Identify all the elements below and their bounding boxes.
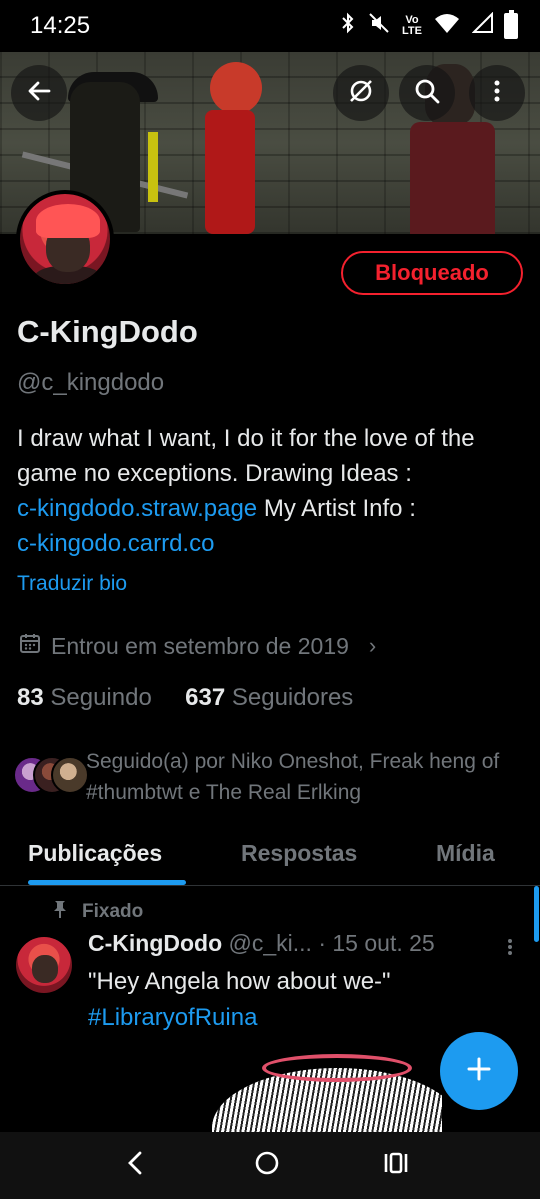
followers-label: Seguidores <box>231 684 354 711</box>
pinned-label-row: Fixado <box>52 899 143 925</box>
tweet-hashtag[interactable]: #LibraryofRuina <box>88 1004 257 1031</box>
chevron-right-icon: › <box>368 633 377 658</box>
joined-date-row[interactable]: Entrou em setembro de 2019 › <box>19 632 376 660</box>
tab-posts[interactable]: Publicações <box>28 840 162 867</box>
tweet-date[interactable]: · 15 out. 25 <box>318 930 434 956</box>
back-button[interactable] <box>11 65 67 121</box>
signal-icon <box>471 11 494 40</box>
tweet-author-handle[interactable]: @c_ki... <box>229 930 312 956</box>
tab-media[interactable]: Mídia <box>436 840 495 867</box>
tweet-body[interactable]: "Hey Angela how about we-" #LibraryofRui… <box>88 964 391 1036</box>
following-link[interactable]: 83 Seguindo <box>17 684 152 711</box>
blocked-button[interactable]: Bloqueado <box>341 251 523 295</box>
bio-text: My Artist Info : <box>263 495 416 522</box>
tweet-avatar[interactable] <box>16 937 72 993</box>
followers-count: 637 <box>185 684 226 711</box>
tab-replies[interactable]: Respostas <box>241 840 357 867</box>
wifi-icon <box>434 12 460 40</box>
bluetooth-icon <box>340 12 356 40</box>
following-label: Seguindo <box>50 684 152 711</box>
follow-stats: 83 Seguindo 637 Seguidores <box>17 684 353 712</box>
profile-name: C-KingDodo <box>17 314 198 349</box>
system-navigation-bar <box>0 1132 540 1199</box>
scrollbar[interactable] <box>534 886 539 942</box>
profile-handle: @c_kingdodo <box>17 369 165 396</box>
compose-button[interactable] <box>440 1032 518 1110</box>
joined-date-text: Entrou em setembro de 2019 <box>51 632 349 659</box>
nav-back-button[interactable] <box>120 1150 150 1180</box>
sync-off-button[interactable] <box>333 65 389 121</box>
followed-by-text[interactable]: Seguido(a) por Niko Oneshot, Freak heng … <box>86 746 516 808</box>
status-icons: Vo LTE <box>340 11 494 40</box>
following-count: 83 <box>17 684 44 711</box>
calendar-icon <box>19 632 41 660</box>
image-art <box>262 1054 412 1082</box>
banner-art <box>210 62 262 114</box>
active-tab-indicator <box>28 880 186 885</box>
more-vertical-icon <box>506 938 514 963</box>
chevron-left-icon <box>125 1150 145 1181</box>
more-vertical-icon <box>483 77 511 110</box>
banner-art <box>148 132 158 202</box>
banner-art <box>410 122 495 234</box>
tweet-text: "Hey Angela how about we-" <box>88 968 391 995</box>
search-button[interactable] <box>399 65 455 121</box>
status-time: 14:25 <box>30 12 91 39</box>
no-sync-icon <box>347 77 375 110</box>
mutual-followers-avatars[interactable] <box>13 756 89 794</box>
recents-icon <box>383 1151 409 1180</box>
pin-icon <box>52 899 68 925</box>
pinned-label: Fixado <box>82 901 144 922</box>
nav-recents-button[interactable] <box>381 1150 411 1180</box>
tweet-more-button[interactable] <box>506 936 514 964</box>
followers-link[interactable]: 637 Seguidores <box>185 684 353 711</box>
bio-link-carrd[interactable]: c-kingodo.carrd.co <box>17 530 214 557</box>
bio-text: I draw what I want, I do it for the love… <box>17 425 475 487</box>
plus-icon <box>464 1054 494 1089</box>
follower-avatar <box>51 756 89 794</box>
battery-icon <box>504 10 518 39</box>
tweet-header: C-KingDodo @c_ki... · 15 out. 25 <box>88 930 435 957</box>
avatar-art <box>36 204 100 238</box>
tweet-author-name[interactable]: C-KingDodo <box>88 930 222 956</box>
more-options-button[interactable] <box>469 65 525 121</box>
profile-avatar[interactable] <box>16 190 114 288</box>
nav-home-button[interactable] <box>252 1150 282 1180</box>
home-circle-icon <box>254 1150 280 1181</box>
tweet-image[interactable] <box>212 1048 442 1132</box>
profile-bio: I draw what I want, I do it for the love… <box>17 421 527 561</box>
profile-tabs: Publicações Respostas Mídia <box>0 820 540 886</box>
status-bar: 14:25 Vo LTE <box>0 0 540 52</box>
volte-bottom: LTE <box>402 25 422 37</box>
avatar-art <box>32 955 58 983</box>
banner-art <box>205 110 255 234</box>
volte-indicator: Vo LTE <box>402 15 422 37</box>
mute-icon <box>368 12 390 40</box>
arrow-left-icon <box>25 77 53 110</box>
bio-link-straw[interactable]: c-kingdodo.straw.page <box>17 495 257 522</box>
search-icon <box>413 77 441 110</box>
translate-bio-link[interactable]: Traduzir bio <box>17 572 127 596</box>
